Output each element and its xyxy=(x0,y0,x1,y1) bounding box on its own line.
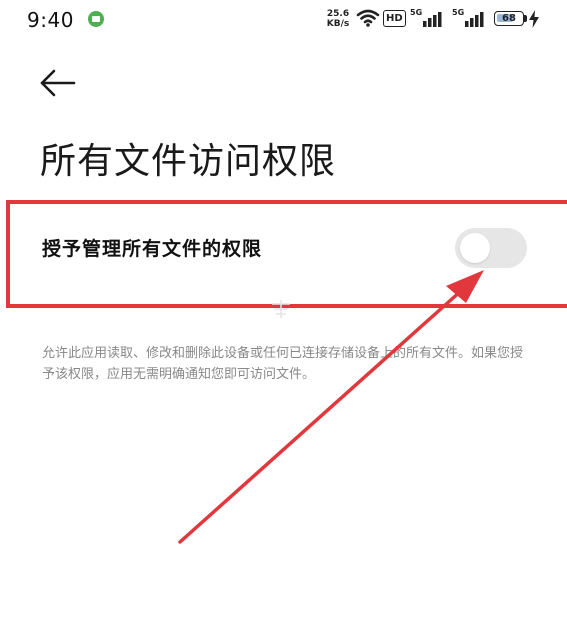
battery-indicator: 68 xyxy=(494,11,524,26)
signal-1-label: 5G xyxy=(410,8,423,17)
hd-voice-badge: HD xyxy=(383,10,406,27)
signal-strength-2: 5G xyxy=(452,8,488,30)
network-speed-unit: KB/s xyxy=(326,19,350,29)
all-files-access-toggle[interactable] xyxy=(455,228,527,268)
battery-tip xyxy=(524,15,527,22)
status-bar: 9:40 25.6 KB/s HD 5G 5G 68 xyxy=(0,0,567,40)
permission-description: 允许此应用读取、修改和删除此设备或任何已连接存储设备上的所有文件。如果您授予该权… xyxy=(42,346,524,382)
network-speed-value: 25.6 xyxy=(326,9,350,19)
annotation-arrow xyxy=(178,270,484,544)
battery-level: 68 xyxy=(502,13,516,24)
signal-bars-icon xyxy=(423,12,442,27)
setting-label: 授予管理所有文件的权限 xyxy=(42,238,263,260)
status-time: 9:40 xyxy=(27,8,74,32)
grant-all-files-permission-row[interactable]: 授予管理所有文件的权限 xyxy=(0,198,567,308)
screen: 9:40 25.6 KB/s HD 5G 5G 68 所有文件访问权限 授予管理… xyxy=(0,0,567,622)
arrow-left-icon xyxy=(40,69,76,97)
back-button[interactable] xyxy=(36,64,76,102)
signal-strength-1: 5G xyxy=(410,8,446,30)
signal-2-label: 5G xyxy=(452,8,465,17)
lightning-icon xyxy=(529,10,539,28)
signal-bars-icon xyxy=(465,12,484,27)
wifi-icon xyxy=(356,9,380,27)
network-speed: 25.6 KB/s xyxy=(323,9,353,29)
android-app-icon xyxy=(88,11,104,27)
toggle-knob xyxy=(460,233,490,263)
page-title: 所有文件访问权限 xyxy=(40,141,337,182)
